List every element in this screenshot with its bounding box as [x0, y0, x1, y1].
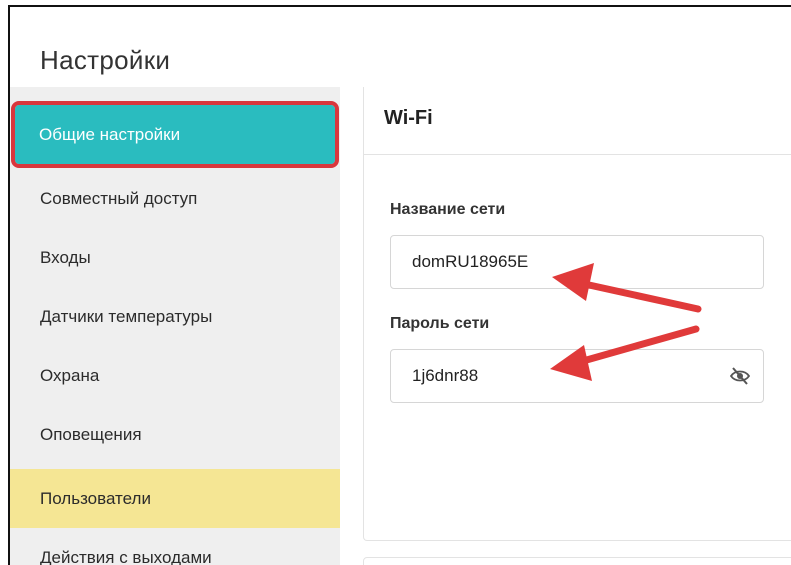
sidebar-item-shared-access[interactable]: Совместный доступ [10, 169, 340, 228]
sidebar-item-label: Действия с выходами [40, 547, 212, 565]
settings-sidebar: Общие настройки Совместный доступ Входы … [10, 87, 340, 565]
next-panel [363, 557, 791, 565]
sidebar-item-label: Оповещения [40, 424, 142, 444]
password-input[interactable]: 1j6dnr88 [390, 349, 764, 403]
page-title: Настройки [40, 45, 171, 75]
password-label: Пароль сети [390, 315, 490, 332]
sidebar-item-label: Пользователи [40, 488, 151, 508]
sidebar-item-label: Общие настройки [39, 124, 181, 144]
sidebar-item-inputs[interactable]: Входы [10, 228, 340, 287]
sidebar-item-users[interactable]: Пользователи [10, 469, 340, 528]
sidebar-item-general-settings[interactable]: Общие настройки [11, 101, 339, 168]
sidebar-item-output-actions[interactable]: Действия с выходами [10, 528, 340, 565]
sidebar-item-label: Совместный доступ [40, 188, 198, 208]
wifi-panel-title: Wi-Fi [364, 87, 791, 155]
sidebar-item-label: Охрана [40, 365, 100, 385]
wifi-panel: Wi-Fi Название сети domRU18965E Пароль с… [363, 87, 791, 541]
eye-slash-icon[interactable] [729, 366, 751, 386]
sidebar-item-label: Входы [40, 247, 91, 267]
sidebar-item-security[interactable]: Охрана [10, 346, 340, 405]
sidebar-item-label: Датчики температуры [40, 306, 213, 326]
sidebar-item-notifications[interactable]: Оповещения [10, 405, 340, 464]
sidebar-item-temperature-sensors[interactable]: Датчики температуры [10, 287, 340, 346]
ssid-input[interactable]: domRU18965E [390, 235, 764, 289]
ssid-label: Название сети [390, 201, 506, 218]
ssid-value: domRU18965E [412, 252, 529, 271]
settings-window: Настройки Общие настройки Совместный дос… [8, 5, 791, 565]
password-value: 1j6dnr88 [412, 366, 479, 385]
